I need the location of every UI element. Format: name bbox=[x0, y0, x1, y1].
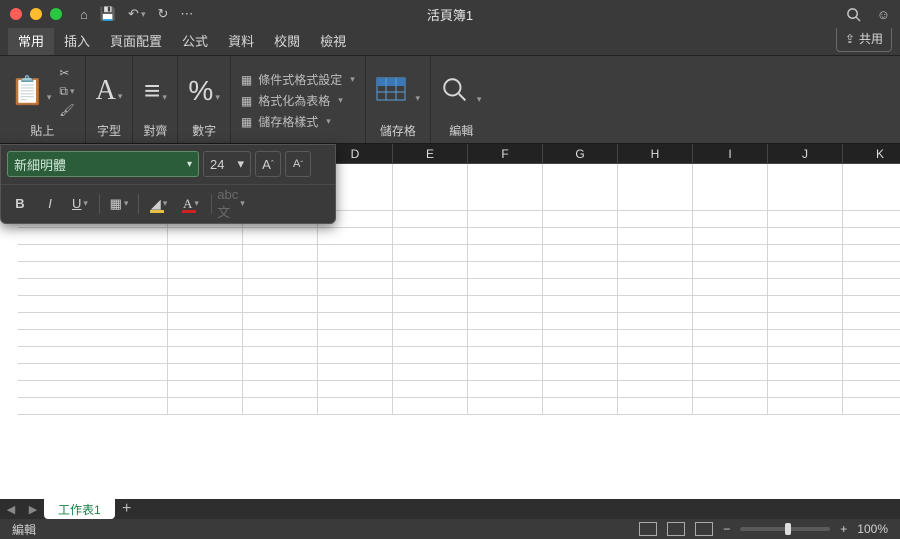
zoom-in-button[interactable]: + bbox=[840, 522, 847, 536]
fill-color-button[interactable]: ◢ ▾ bbox=[145, 191, 173, 217]
zoom-out-button[interactable]: − bbox=[723, 522, 730, 536]
share-button[interactable]: ⇪ 共用 bbox=[836, 25, 892, 52]
normal-view-button[interactable] bbox=[639, 522, 657, 536]
font-color-swatch bbox=[182, 210, 196, 213]
undo-icon[interactable]: ↶▾ bbox=[128, 6, 145, 22]
ribbon: 📋▾ ✂ ⧉▾ 🖌 貼上 A▾ 字型 ≡▾ 對齊 %▾ 數字 ▦條件式格式設定▾… bbox=[0, 56, 900, 144]
font-name-select[interactable]: 新細明體 ▾ bbox=[7, 151, 199, 177]
col-header-I[interactable]: I bbox=[693, 144, 768, 164]
ribbon-tabs: 常用 插入 頁面配置 公式 資料 校閱 檢視 ⇪ 共用 bbox=[0, 28, 900, 56]
font-format-popover: 新細明體 ▾ 24 ▾ Aˆ Aˇ B I U▾ ▦▾ ◢ ▾ A ▾ abc文… bbox=[0, 144, 336, 224]
add-sheet-button[interactable]: + bbox=[115, 499, 139, 519]
number-group-label: 數字 bbox=[192, 122, 216, 139]
cell-style-icon: ▦ bbox=[241, 115, 252, 129]
col-header-H[interactable]: H bbox=[618, 144, 693, 164]
table-icon: ▦ bbox=[241, 94, 252, 108]
font-icon[interactable]: A▾ bbox=[96, 77, 123, 105]
font-name-value: 新細明體 bbox=[14, 155, 66, 174]
sheet-tab-bar: ◀ ▶ 工作表1 + bbox=[0, 499, 900, 519]
fill-color-swatch bbox=[150, 210, 164, 213]
increase-font-button[interactable]: Aˆ bbox=[255, 151, 281, 177]
cells-group-label: 儲存格 bbox=[380, 122, 416, 139]
prev-sheet-button[interactable]: ◀ bbox=[0, 499, 22, 519]
col-header-G[interactable]: G bbox=[543, 144, 618, 164]
search-icon[interactable] bbox=[846, 7, 861, 22]
align-icon[interactable]: ≡▾ bbox=[144, 77, 167, 105]
redo-icon[interactable]: ↻ bbox=[157, 6, 168, 22]
tab-home[interactable]: 常用 bbox=[8, 25, 54, 55]
feedback-icon[interactable]: ☺ bbox=[877, 7, 890, 22]
underline-button[interactable]: U▾ bbox=[67, 191, 93, 217]
page-break-view-button[interactable] bbox=[695, 522, 713, 536]
decrease-font-button[interactable]: Aˇ bbox=[285, 151, 311, 177]
next-sheet-button[interactable]: ▶ bbox=[22, 499, 44, 519]
chevron-down-icon: ▾ bbox=[187, 159, 192, 170]
number-format-icon[interactable]: %▾ bbox=[188, 77, 219, 105]
close-window-icon[interactable] bbox=[10, 8, 22, 20]
document-title: 活頁簿1 bbox=[427, 5, 473, 24]
phonetic-button[interactable]: abc文▾ bbox=[218, 191, 244, 217]
editing-group-label: 編輯 bbox=[449, 122, 473, 139]
cell-styles-button[interactable]: ▦儲存格樣式▾ bbox=[241, 113, 331, 130]
col-header-E[interactable]: E bbox=[393, 144, 468, 164]
window-controls bbox=[10, 8, 62, 20]
zoom-slider[interactable] bbox=[740, 527, 830, 531]
ribbon-group-editing: ▾ 編輯 bbox=[431, 56, 491, 143]
col-header-K[interactable]: K bbox=[843, 144, 900, 164]
copy-icon[interactable]: ⧉▾ bbox=[59, 84, 74, 99]
tab-page-layout[interactable]: 頁面配置 bbox=[100, 25, 172, 55]
bold-button[interactable]: B bbox=[7, 191, 33, 217]
zoom-level[interactable]: 100% bbox=[857, 522, 888, 536]
ribbon-group-font: A▾ 字型 bbox=[86, 56, 134, 143]
sheet-tab-active[interactable]: 工作表1 bbox=[44, 499, 115, 519]
font-size-select[interactable]: 24 ▾ bbox=[203, 151, 251, 177]
cut-icon[interactable]: ✂ bbox=[59, 66, 69, 80]
page-layout-view-button[interactable] bbox=[667, 522, 685, 536]
home-icon[interactable]: ⌂ bbox=[80, 6, 88, 22]
find-icon[interactable]: ▾ bbox=[441, 76, 481, 107]
align-group-label: 對齊 bbox=[143, 122, 167, 139]
share-icon: ⇪ bbox=[845, 32, 855, 46]
ribbon-group-number: %▾ 數字 bbox=[178, 56, 230, 143]
tab-view[interactable]: 檢視 bbox=[310, 25, 356, 55]
font-color-button[interactable]: A ▾ bbox=[177, 191, 205, 217]
col-header-J[interactable]: J bbox=[768, 144, 843, 164]
italic-button[interactable]: I bbox=[37, 191, 63, 217]
tab-insert[interactable]: 插入 bbox=[54, 25, 100, 55]
save-icon[interactable]: 💾 bbox=[100, 6, 116, 22]
font-group-label: 字型 bbox=[97, 122, 121, 139]
format-as-table-button[interactable]: ▦格式化為表格▾ bbox=[241, 92, 343, 109]
tab-formulas[interactable]: 公式 bbox=[172, 25, 218, 55]
maximize-window-icon[interactable] bbox=[50, 8, 62, 20]
title-bar: ⌂ 💾 ↶▾ ↻ ⋯ 活頁簿1 ☺ bbox=[0, 0, 900, 28]
ribbon-group-styles: ▦條件式格式設定▾ ▦格式化為表格▾ ▦儲存格樣式▾ bbox=[231, 56, 366, 143]
paste-icon[interactable]: 📋▾ bbox=[10, 77, 51, 105]
tab-review[interactable]: 校閱 bbox=[264, 25, 310, 55]
status-bar: 編輯 − + 100% bbox=[0, 519, 900, 539]
ribbon-group-align: ≡▾ 對齊 bbox=[133, 56, 178, 143]
clipboard-label: 貼上 bbox=[30, 122, 54, 139]
status-mode: 編輯 bbox=[12, 521, 36, 538]
font-size-value: 24 bbox=[210, 157, 224, 172]
share-label: 共用 bbox=[859, 30, 883, 47]
more-icon[interactable]: ⋯ bbox=[180, 6, 193, 22]
col-header-F[interactable]: F bbox=[468, 144, 543, 164]
ribbon-group-clipboard: 📋▾ ✂ ⧉▾ 🖌 貼上 bbox=[0, 56, 86, 143]
chevron-down-icon: ▾ bbox=[237, 156, 244, 172]
conditional-format-icon: ▦ bbox=[241, 73, 252, 87]
minimize-window-icon[interactable] bbox=[30, 8, 42, 20]
format-painter-icon[interactable]: 🖌 bbox=[59, 103, 74, 117]
tab-data[interactable]: 資料 bbox=[218, 25, 264, 55]
cells-icon[interactable]: ▾ bbox=[376, 77, 420, 106]
border-button[interactable]: ▦▾ bbox=[106, 191, 132, 217]
ribbon-group-cells: ▾ 儲存格 bbox=[366, 56, 431, 143]
conditional-format-button[interactable]: ▦條件式格式設定▾ bbox=[241, 71, 355, 88]
